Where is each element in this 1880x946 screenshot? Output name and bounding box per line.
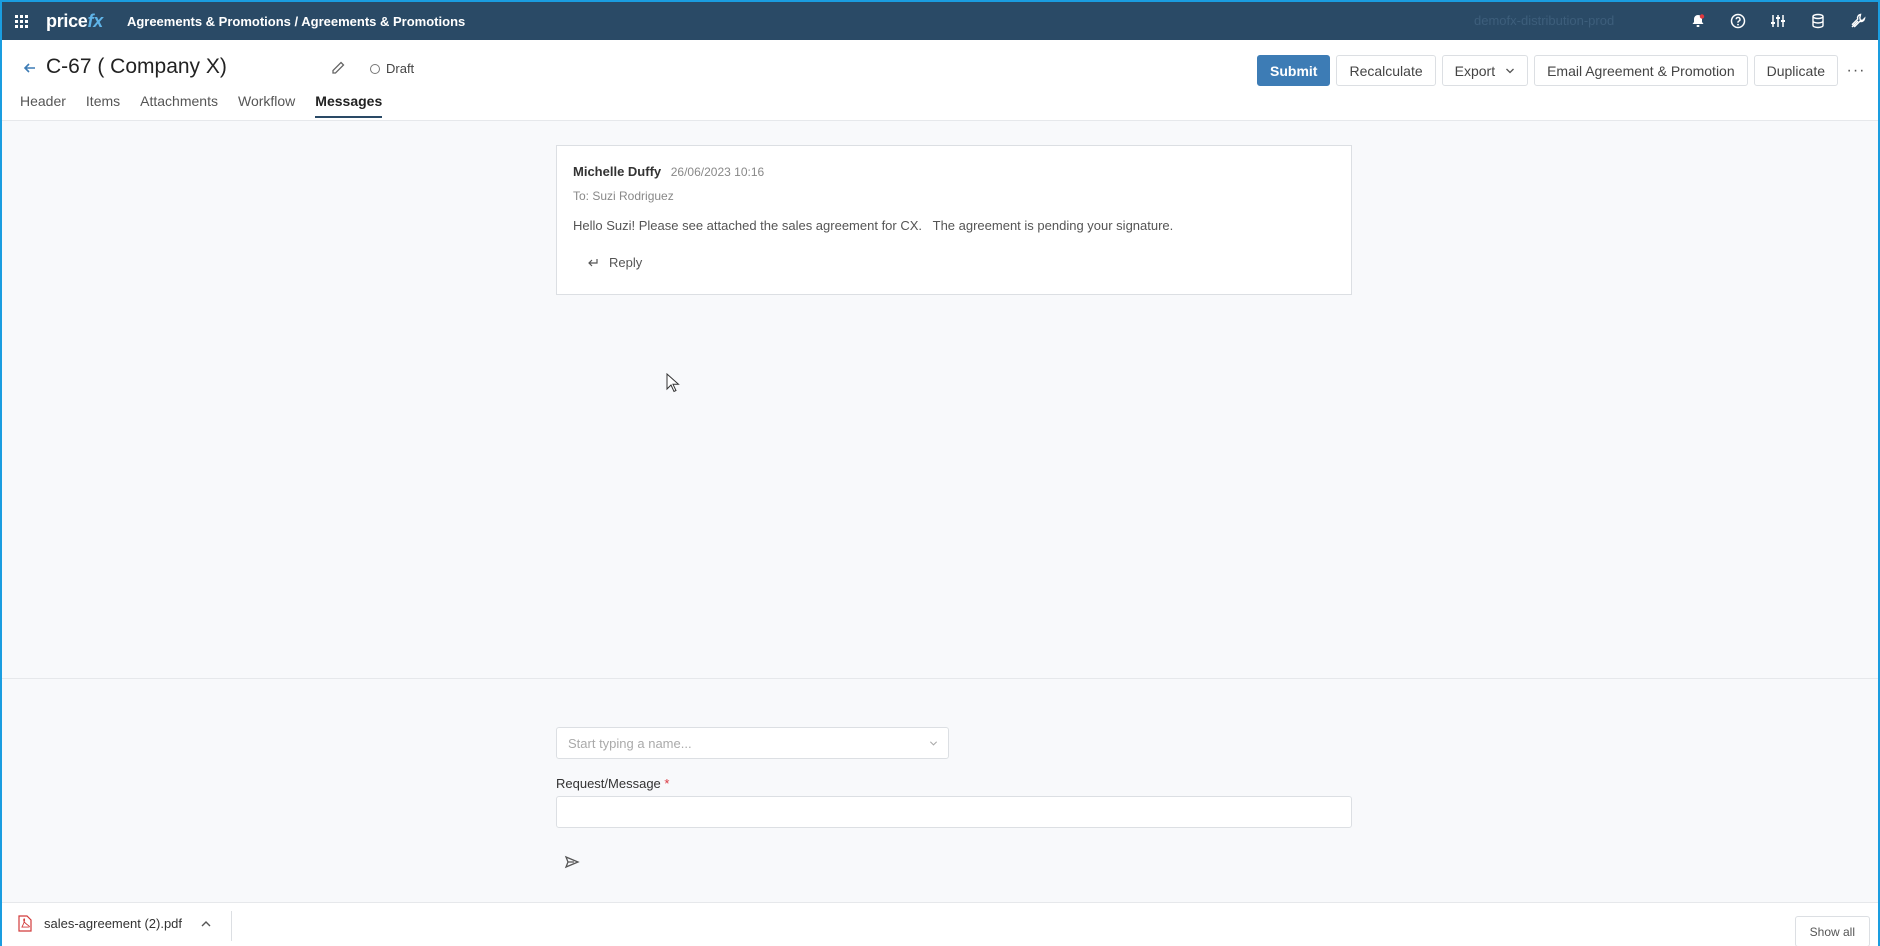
message-author: Michelle Duffy [573,164,662,179]
top-nav-bar: pricefx Agreements & Promotions / Agreem… [2,2,1878,40]
action-toolbar: Submit Recalculate Export Email Agreemen… [1251,55,1870,86]
submit-button[interactable]: Submit [1257,55,1331,86]
tab-attachments[interactable]: Attachments [140,93,218,118]
more-options-icon[interactable]: ··· [1842,55,1870,86]
email-agreement-button[interactable]: Email Agreement & Promotion [1534,55,1748,86]
status-badge: Draft [370,61,414,76]
tab-bar: Header Items Attachments Workflow Messag… [20,93,402,118]
export-button[interactable]: Export [1441,55,1529,86]
tab-messages[interactable]: Messages [315,93,383,118]
download-bar: sales-agreement (2).pdf Show all [2,902,1878,946]
tools-icon[interactable] [1838,2,1878,40]
compose-divider [2,678,1878,679]
pdf-file-icon [18,915,32,932]
send-icon[interactable] [564,854,580,870]
breadcrumb: Agreements & Promotions / Agreements & P… [126,13,466,29]
bell-icon[interactable] [1678,2,1718,40]
duplicate-button[interactable]: Duplicate [1753,55,1838,86]
status-circle-icon [370,63,380,74]
apps-grid-icon[interactable] [2,2,40,40]
download-item[interactable]: sales-agreement (2).pdf [18,915,212,932]
show-all-button[interactable]: Show all [1794,916,1870,946]
recipient-select[interactable]: Start typing a name... [556,727,949,759]
download-separator [231,911,232,941]
download-file-name: sales-agreement (2).pdf [44,916,183,931]
pricefx-logo[interactable]: pricefx [46,11,103,32]
chevron-up-icon[interactable] [200,918,212,930]
message-field-label: Request/Message * [556,776,670,791]
tab-items[interactable]: Items [86,93,120,118]
message-recipient: To: Suzi Rodriguez [573,189,674,203]
document-header: C-67 ( Company X) Draft Header Items Att… [2,40,1878,121]
tab-header[interactable]: Header [20,93,66,118]
message-input[interactable] [556,796,1352,828]
pencil-icon[interactable] [330,60,346,76]
help-icon[interactable] [1718,2,1758,40]
mouse-cursor-icon [666,373,680,393]
message-body: Hello Suzi! Please see attached the sale… [573,218,1174,233]
message-date: 26/06/2023 10:16 [670,165,765,179]
reply-button[interactable]: Reply [587,255,642,270]
sliders-icon[interactable] [1758,2,1798,40]
chevron-down-icon [929,741,938,746]
document-title: C-67 ( Company X) [46,55,227,78]
chevron-down-icon [1506,68,1515,73]
reply-arrow-icon [588,258,598,266]
environment-label: demofx-distribution-prod [1474,13,1615,28]
tab-workflow[interactable]: Workflow [238,93,295,118]
database-icon[interactable] [1798,2,1838,40]
recalculate-button[interactable]: Recalculate [1336,55,1436,86]
message-card: Michelle Duffy 26/06/2023 10:16 To: Suzi… [556,145,1352,295]
back-arrow-icon[interactable] [22,60,38,76]
